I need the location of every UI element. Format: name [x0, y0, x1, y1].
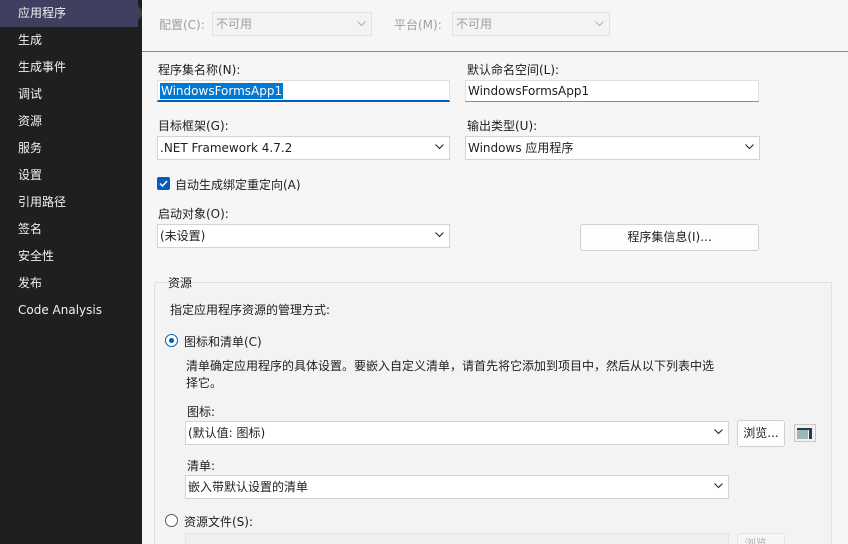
app-icon-preview — [794, 424, 816, 442]
assembly-name-input[interactable]: WindowsFormsApp1 — [157, 80, 450, 102]
icon-manifest-desc-line1: 清单确定应用程序的具体设置。要嵌入自定义清单，请首先将它添加到项目中，然后从以下… — [186, 359, 715, 373]
manifest-label: 清单: — [187, 459, 216, 473]
icon-label: 图标: — [187, 405, 216, 419]
config-bar: 配置(C): 不可用 平台(M): 不可用 — [142, 0, 848, 52]
icon-manifest-desc-line2: 择它。 — [186, 376, 223, 390]
output-type-value: Windows 应用程序 — [468, 141, 574, 155]
assembly-name-value: WindowsFormsApp1 — [160, 83, 284, 99]
icon-manifest-radio[interactable] — [165, 334, 178, 347]
manifest-value: 嵌入带默认设置的清单 — [188, 480, 309, 494]
startup-object-dropdown[interactable]: (未设置) — [157, 224, 450, 248]
startup-object-value: (未设置) — [160, 229, 206, 243]
sidebar-item-resources[interactable]: 资源 — [0, 108, 142, 135]
sidebar-item-signing[interactable]: 签名 — [0, 216, 142, 243]
sidebar-item-publish[interactable]: 发布 — [0, 270, 142, 297]
resource-file-input[interactable] — [185, 533, 729, 544]
chevron-down-icon — [435, 144, 444, 152]
main-panel: 配置(C): 不可用 平台(M): 不可用 程序集名称(N): WindowsF… — [142, 0, 848, 544]
icon-value: (默认值: 图标) — [188, 426, 266, 440]
config-value: 不可用 — [216, 17, 253, 31]
chevron-down-icon — [745, 144, 754, 152]
sidebar-item-build[interactable]: 生成 — [0, 27, 142, 54]
window-icon — [797, 428, 812, 439]
auto-binding-label[interactable]: 自动生成绑定重定向(A) — [175, 176, 301, 193]
sidebar-item-services[interactable]: 服务 — [0, 135, 142, 162]
resources-group — [154, 282, 832, 544]
platform-dropdown[interactable]: 不可用 — [452, 12, 610, 36]
default-namespace-label: 默认命名空间(L): — [467, 63, 560, 77]
sidebar-item-security[interactable]: 安全性 — [0, 243, 142, 270]
resource-file-label[interactable]: 资源文件(S): — [184, 513, 253, 530]
icon-manifest-label[interactable]: 图标和清单(C) — [184, 333, 262, 350]
checkmark-icon — [159, 180, 168, 188]
browse-resource-button[interactable]: 浏览... — [737, 533, 785, 544]
default-namespace-value: WindowsFormsApp1 — [468, 84, 590, 98]
chevron-down-icon — [595, 21, 604, 29]
sidebar-item-debug[interactable]: 调试 — [0, 81, 142, 108]
chevron-down-icon — [714, 429, 723, 437]
assembly-info-button[interactable]: 程序集信息(I)... — [580, 224, 759, 251]
sidebar-item-settings[interactable]: 设置 — [0, 162, 142, 189]
sidebar-item-build-events[interactable]: 生成事件 — [0, 54, 142, 81]
target-framework-value: .NET Framework 4.7.2 — [160, 141, 293, 155]
sidebar: 应用程序 生成 生成事件 调试 资源 服务 设置 引用路径 签名 安全性 发布 … — [0, 0, 145, 544]
manifest-dropdown[interactable]: 嵌入带默认设置的清单 — [185, 475, 729, 499]
sidebar-item-code-analysis[interactable]: Code Analysis — [0, 297, 142, 324]
assembly-name-label: 程序集名称(N): — [158, 63, 241, 77]
platform-value: 不可用 — [456, 17, 493, 31]
output-type-dropdown[interactable]: Windows 应用程序 — [465, 136, 760, 160]
target-framework-dropdown[interactable]: .NET Framework 4.7.2 — [157, 136, 450, 160]
startup-object-label: 启动对象(O): — [158, 207, 229, 221]
platform-label: 平台(M): — [394, 18, 442, 32]
chevron-down-icon — [357, 21, 366, 29]
resources-description: 指定应用程序资源的管理方式: — [170, 303, 331, 317]
default-namespace-input[interactable]: WindowsFormsApp1 — [465, 80, 759, 102]
target-framework-label: 目标框架(G): — [158, 119, 229, 133]
sidebar-item-reference-paths[interactable]: 引用路径 — [0, 189, 142, 216]
browse-icon-button[interactable]: 浏览... — [737, 420, 785, 447]
chevron-down-icon — [714, 483, 723, 491]
config-label: 配置(C): — [159, 18, 205, 32]
auto-binding-checkbox[interactable] — [157, 177, 170, 190]
resources-group-title: 资源 — [168, 276, 193, 290]
output-type-label: 输出类型(U): — [467, 119, 538, 133]
resource-file-radio[interactable] — [165, 514, 178, 527]
chevron-down-icon — [435, 232, 444, 240]
sidebar-item-application[interactable]: 应用程序 — [0, 0, 145, 27]
icon-dropdown[interactable]: (默认值: 图标) — [185, 421, 729, 445]
config-dropdown[interactable]: 不可用 — [212, 12, 372, 36]
